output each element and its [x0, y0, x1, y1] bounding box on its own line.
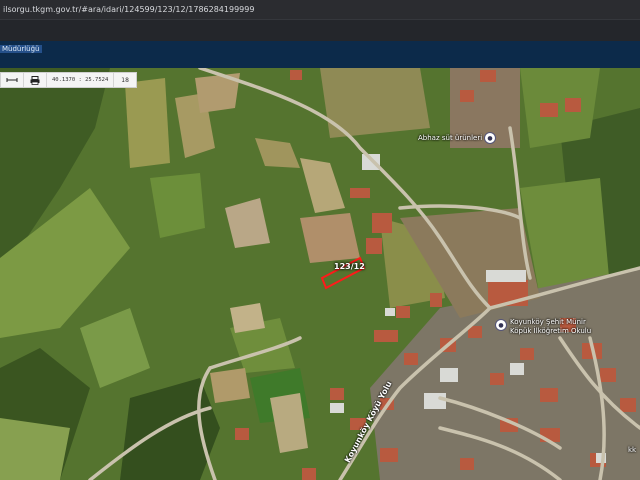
poi-label-school-line2: Köpük İlköğretim Okulu: [510, 327, 592, 335]
address-bar[interactable]: ilsorgu.tkgm.gov.tr/#ara/idari/124599/12…: [0, 0, 640, 19]
poi-label-dairy: Abhaz süt ürünleri: [418, 134, 483, 142]
satellite-map[interactable]: 123/12 Abhaz süt ürünleri ● ● Koyunköy Ş…: [0, 68, 640, 480]
browser-toolbar: [0, 19, 640, 41]
satellite-imagery: [0, 68, 640, 480]
poi-pin-icon[interactable]: ●: [495, 319, 507, 331]
site-header: Müdürlüğü: [0, 41, 640, 68]
url-text: ilsorgu.tkgm.gov.tr/#ara/idari/124599/12…: [3, 5, 255, 14]
print-icon[interactable]: [24, 73, 47, 87]
zoom-level: 18: [121, 76, 129, 84]
header-title: Müdürlüğü: [0, 45, 42, 53]
watermark-logo: kk: [628, 446, 637, 454]
ruler-icon[interactable]: [1, 73, 24, 87]
coordinate-readout: 40.1370 : 25.7524: [47, 73, 115, 87]
map-toolbar: 40.1370 : 25.7524 18: [0, 72, 137, 88]
poi-pin-icon[interactable]: ●: [484, 132, 496, 144]
parcel-label: 123/12: [334, 262, 365, 271]
poi-label-school-line1: Koyunköy Şehit Münir: [510, 318, 586, 326]
